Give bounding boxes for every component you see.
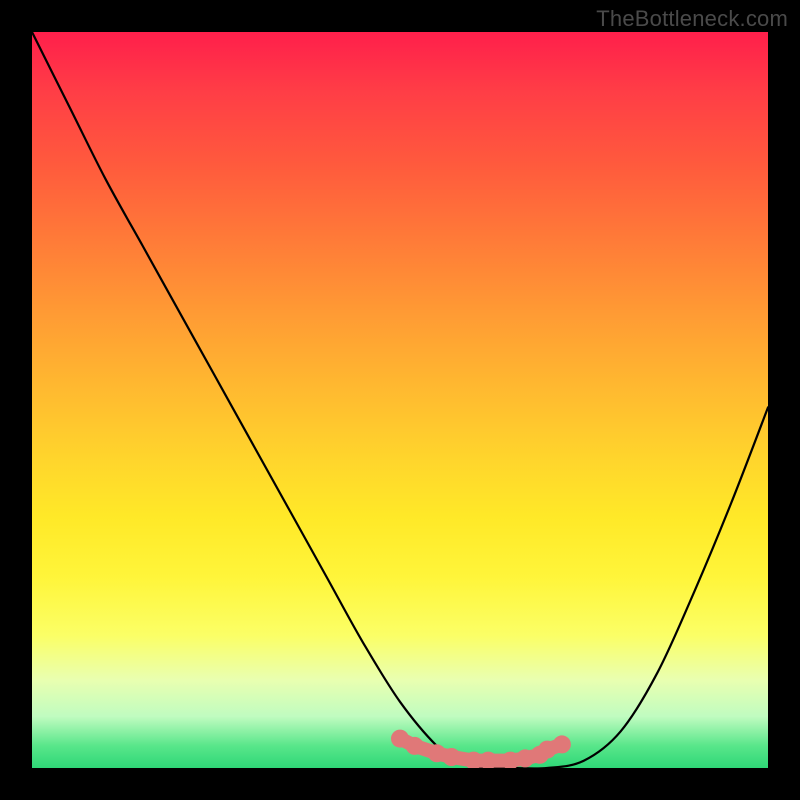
marker-dot bbox=[406, 737, 424, 755]
chart-frame: TheBottleneck.com bbox=[0, 0, 800, 800]
watermark-text: TheBottleneck.com bbox=[596, 6, 788, 32]
curve-group bbox=[32, 32, 768, 768]
chart-svg bbox=[32, 32, 768, 768]
marker-group bbox=[391, 730, 571, 768]
marker-dot bbox=[553, 735, 571, 753]
chart-plot-area bbox=[32, 32, 768, 768]
marker-dot bbox=[443, 748, 461, 766]
bottleneck-curve-line bbox=[32, 32, 768, 768]
